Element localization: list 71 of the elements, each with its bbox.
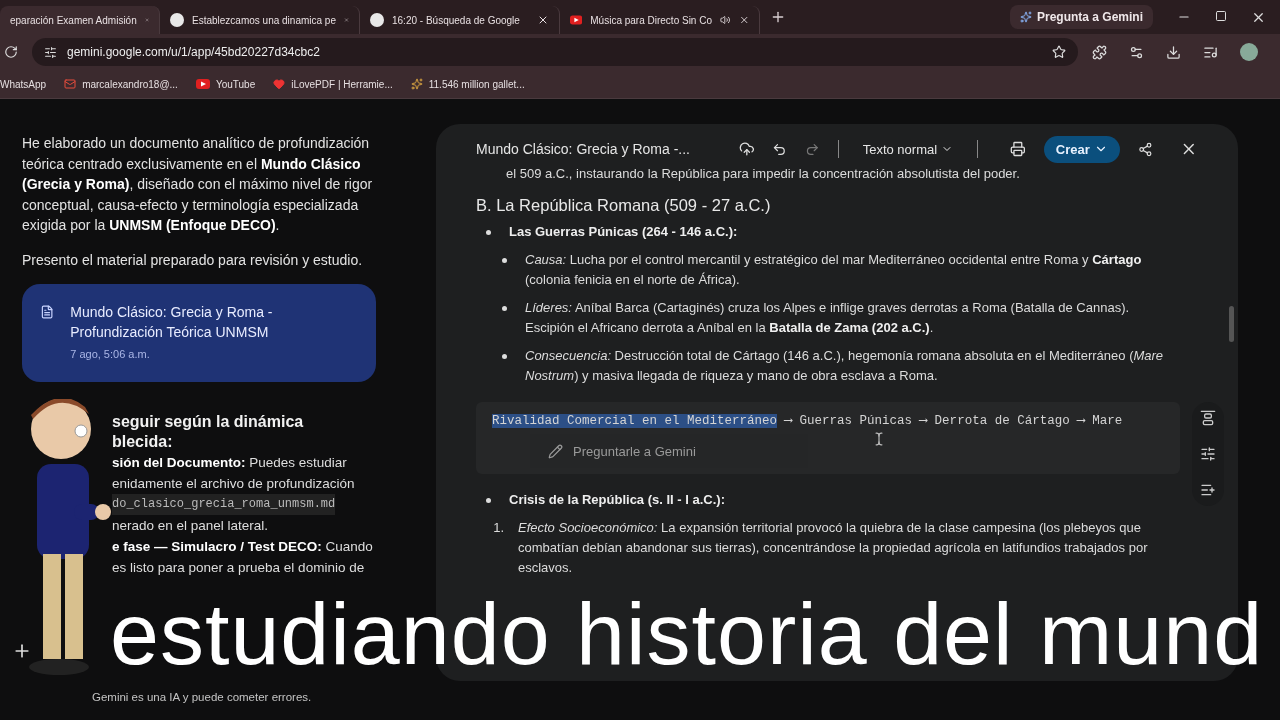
bullet-icon: [502, 258, 507, 263]
chat-text: es listo para poner a prueba el dominio de: [112, 560, 365, 575]
disclaimer-text: Gemini es una IA y puede cometer errores.: [92, 691, 312, 703]
chat-paragraph: Presento el material preparado para revisión y estudio.: [22, 251, 363, 268]
list-item-text: Las Guerras Púnicas (264 - 146 a.C.):: [509, 223, 738, 241]
list-item-text: Líderes: Aníbal Barca (Cartaginés) cruza los Alpes e inflige graves derrotas a Roma (Batalla de Cannas). Escipión el Africano derrota a Aníbal en la Batalla de Zama (202 a.C.).: [525, 299, 1131, 337]
new-tab-icon[interactable]: [770, 9, 786, 25]
bookmark[interactable]: iLovePDF | Herramie...: [273, 78, 393, 90]
extensions-icon[interactable]: [1092, 44, 1107, 60]
document-text: el 509 a.C., instaurando la República para impedir la concentración absolutista del poder.: [506, 166, 1020, 181]
align-top-icon[interactable]: [1200, 410, 1216, 426]
file-name: do_clasico_grecia_roma_unmsm.md: [112, 497, 336, 511]
close-icon[interactable]: [738, 14, 749, 26]
document-icon: [40, 302, 55, 322]
document-title: Mundo Clásico: Grecia y Roma -...: [476, 141, 691, 157]
chat-text: enidamente el archivo de profundización: [112, 476, 355, 491]
play-logo-icon: [195, 79, 210, 89]
reload-icon[interactable]: [4, 45, 18, 59]
section-heading: B. La República Romana (509 - 27 a.C.): [476, 195, 772, 216]
list-item-text: Causa: Lucha por el control mercantil y estratégico del mar Mediterráneo occidental entre Roma y Cártago (colonia fenicia en el norte de África).: [525, 251, 1143, 289]
maximize-icon[interactable]: [1215, 9, 1227, 22]
bookmark[interactable]: 11.546 million gallet...: [410, 78, 525, 90]
code-text: ⟶ Guerras Púnicas ⟶ Derrota de Cártago ⟶ Mare: [782, 414, 1123, 428]
redo-icon[interactable]: [805, 141, 820, 157]
print-icon[interactable]: [1010, 141, 1026, 157]
browser-tab[interactable]: eparación Examen Admisión: [0, 6, 160, 34]
play-logo-icon: [570, 15, 583, 25]
heart-icon: [273, 78, 286, 90]
bullet-icon: [502, 354, 507, 359]
mail-icon: [64, 78, 77, 90]
download-icon[interactable]: [1166, 44, 1181, 60]
share-icon[interactable]: [1137, 141, 1153, 157]
settings-icon[interactable]: [1129, 44, 1144, 60]
close-icon[interactable]: [537, 14, 549, 26]
media-icon[interactable]: [1203, 44, 1218, 60]
video-caption: estudiando historia del mund: [110, 586, 1264, 682]
star-icon[interactable]: [1052, 45, 1066, 59]
card-time: 7 ago, 5:06 a.m.: [70, 348, 151, 360]
undo-icon[interactable]: [772, 141, 787, 157]
list-number: 1.: [492, 519, 505, 537]
chat-text: e fase — Simulacro / Test DECO: Cuando: [112, 539, 373, 554]
ask-gemini-button[interactable]: Pregunta a Gemini: [1009, 5, 1153, 29]
chat-text: blecida:: [112, 433, 173, 450]
chat-text: seguir según la dinámica: [112, 413, 304, 430]
bullet-icon: [486, 498, 491, 503]
selected-code-text: Rivalidad Comercial en el Mediterráneo: [492, 414, 778, 428]
create-button[interactable]: Crear: [1043, 135, 1120, 163]
url-text: gemini.google.com/u/1/app/45bd20227d34cbc2: [67, 45, 321, 59]
add-list-icon[interactable]: [1200, 482, 1216, 498]
list-item-text: Consecuencia: Destrucción total de Cártago (146 a.C.), hegemonía romana absoluta en el Mediterráneo (Mare Nostrum) y masiva llegada de riqueza y mano de obra esclava a Roma.: [525, 347, 1165, 385]
bookmark[interactable]: WhatsApp: [0, 78, 47, 90]
bookmark[interactable]: YouTube: [195, 78, 256, 90]
bullet-icon: [502, 306, 507, 311]
document-card[interactable]: Mundo Clásico: Grecia y Roma - Profundización Teórica UNMSM 7 ago, 5:06 a.m.: [22, 284, 376, 382]
list-item-text: Efecto Socioeconómico: La expansión territorial provocó la quiebra de la clase campesina (los plebeyos que combatían debían abandonar sus tierras), concentrándose la propiedad agrícola en latifundios trabajados por esclavos.: [518, 519, 1149, 577]
sparkle-icon: [410, 78, 423, 90]
chat-paragraph: He elaborado un documento analítico de profundización teórica centrado exclusivamente en el Mundo Clásico (Grecia y Roma), diseñado con el máximo nivel de rigor conceptual, causa-efecto y terminología especializada exigida por la UNMSM (Enfoque DECO).: [22, 135, 373, 233]
chat-text: sión del Documento: Puedes estudiar: [112, 455, 347, 470]
bullet-icon: [486, 230, 491, 235]
profile-avatar[interactable]: [1240, 43, 1258, 61]
bookmark[interactable]: marcalexandro18@...: [64, 78, 178, 90]
site-settings-icon[interactable]: [44, 45, 57, 59]
adjust-icon[interactable]: [1200, 446, 1216, 462]
cloud-icon[interactable]: [738, 141, 755, 157]
chat-text: nerado en el panel lateral.: [112, 518, 269, 533]
sparkle-icon: [1019, 11, 1032, 23]
card-title: Mundo Clásico: Grecia y Roma - Profundización Teórica UNMSM: [70, 303, 274, 342]
list-item-text: Crisis de la República (s. II - I a.C.):: [509, 491, 725, 509]
scrollbar-thumb: [1229, 306, 1234, 342]
style-dropdown[interactable]: Texto normal: [856, 140, 960, 158]
address-bar[interactable]: gemini.google.com/u/1/app/45bd20227d34cbc2: [32, 38, 1078, 66]
